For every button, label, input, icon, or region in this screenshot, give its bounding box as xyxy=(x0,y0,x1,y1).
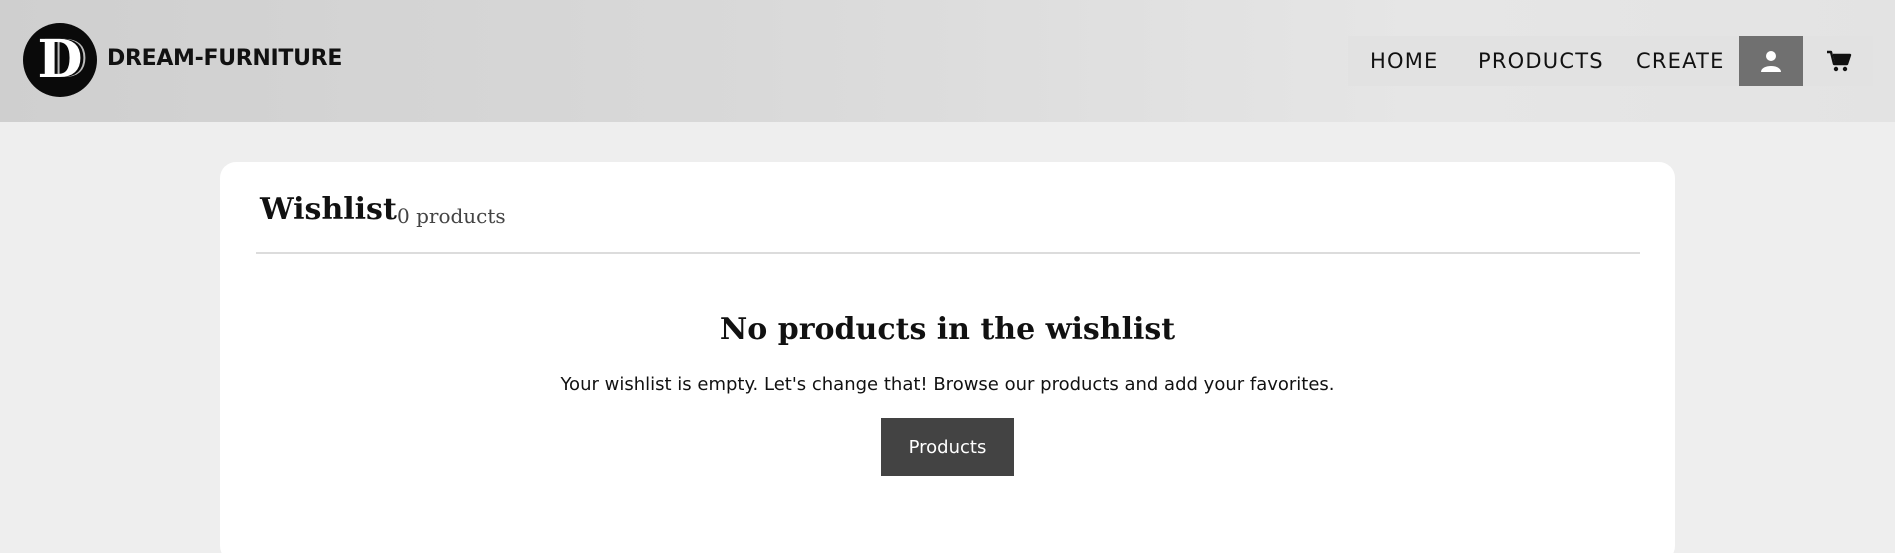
account-button[interactable] xyxy=(1739,36,1803,86)
products-button[interactable]: Products xyxy=(881,418,1014,476)
page-title: Wishlist xyxy=(260,192,397,227)
main-nav: HOME PRODUCTS CREATE xyxy=(1348,36,1873,86)
empty-state-title: No products in the wishlist xyxy=(719,312,1176,347)
user-icon xyxy=(1761,51,1781,72)
empty-state-message: Your wishlist is empty. Let's change tha… xyxy=(560,374,1335,395)
nav-create-link[interactable]: CREATE xyxy=(1636,36,1725,86)
nav-home-link[interactable]: HOME xyxy=(1370,36,1439,86)
logo-letter: D xyxy=(37,29,83,90)
nav-products-link[interactable]: PRODUCTS xyxy=(1478,36,1604,86)
brand-name[interactable]: DREAM-FURNITURE xyxy=(107,46,342,71)
divider xyxy=(256,252,1640,254)
brand-logo[interactable]: D xyxy=(23,23,97,97)
wishlist-card: Wishlist 0 products No products in the w… xyxy=(220,162,1675,553)
cart-button[interactable] xyxy=(1818,36,1860,86)
product-count: 0 products xyxy=(397,204,506,228)
cart-icon xyxy=(1827,50,1852,72)
site-header: D DREAM-FURNITURE HOME PRODUCTS CREATE xyxy=(0,0,1895,122)
